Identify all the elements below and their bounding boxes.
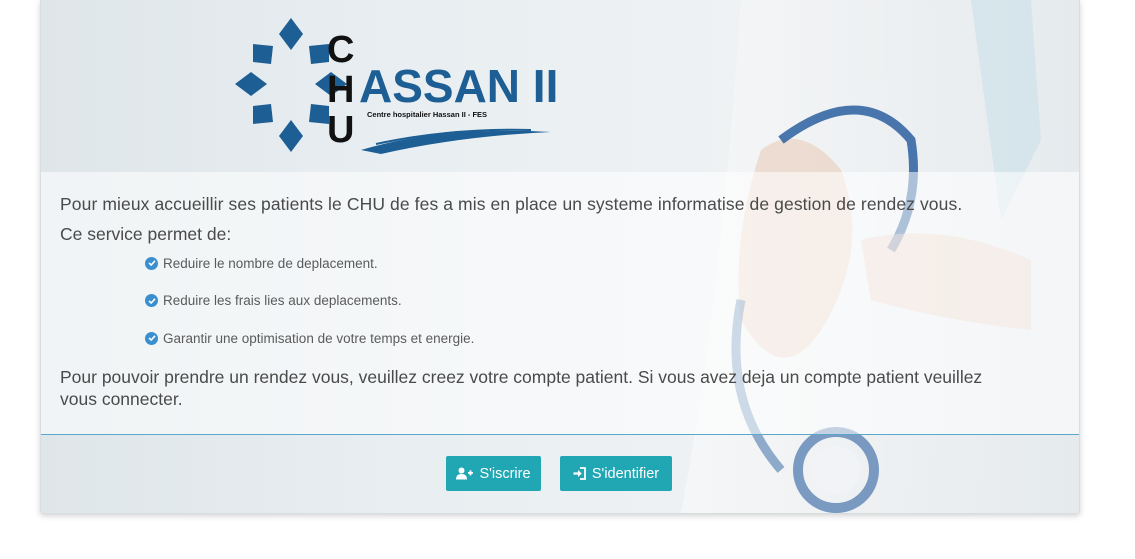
register-label: S'iscrire <box>479 465 531 482</box>
chu-hassan-ii-logo: C H U ASSAN II Centre hospitalier Hassan… <box>235 18 558 154</box>
feature-label: Garantir une optimisation de votre temps… <box>163 330 475 346</box>
logo-header: C H U ASSAN II Centre hospitalier Hassan… <box>41 0 1079 172</box>
list-item: Reduire le nombre de deplacement. <box>145 254 474 272</box>
user-plus-icon <box>456 467 474 480</box>
sign-in-icon <box>573 467 586 480</box>
closing-text: Pour pouvoir prendre un rendez vous, veu… <box>60 367 983 409</box>
login-label: S'identifier <box>591 465 660 482</box>
check-circle-icon <box>145 256 158 270</box>
check-circle-icon <box>145 294 158 307</box>
intro-text: Pour mieux accueillir ses patients le CH… <box>60 194 963 214</box>
register-button[interactable]: S'iscrire <box>446 456 541 491</box>
service-heading: Ce service permet de: <box>60 224 232 244</box>
svg-text:Centre hospitalier Hassan II -: Centre hospitalier Hassan II - FES <box>367 110 487 119</box>
list-item: Garantir une optimisation de votre temps… <box>145 329 474 347</box>
welcome-card: C H U ASSAN II Centre hospitalier Hassan… <box>40 0 1080 514</box>
login-button[interactable]: S'identifier <box>560 456 672 491</box>
list-item: Reduire les frais lies aux deplacements. <box>145 292 474 310</box>
feature-label: Reduire le nombre de deplacement. <box>163 255 378 271</box>
information-panel: Pour mieux accueillir ses patients le CH… <box>41 172 1079 435</box>
feature-label: Reduire les frais lies aux deplacements. <box>163 293 402 308</box>
svg-text:H: H <box>327 69 354 111</box>
check-circle-icon <box>145 331 158 345</box>
svg-text:ASSAN II: ASSAN II <box>359 60 558 112</box>
svg-text:C: C <box>327 29 354 71</box>
svg-text:U: U <box>327 109 354 151</box>
feature-list: Reduire le nombre de deplacement. Reduir… <box>145 254 474 367</box>
